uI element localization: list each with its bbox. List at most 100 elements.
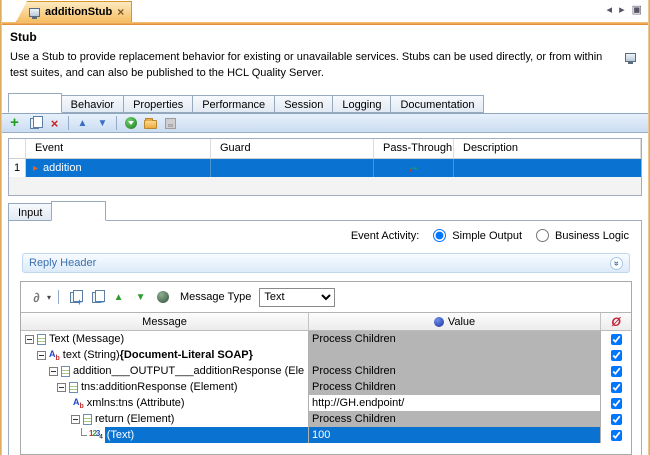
events-table-header: Event Guard Pass-Through Description [9,139,641,159]
package-button[interactable] [142,115,159,131]
tab-documentation[interactable]: Documentation [390,95,484,113]
include-checkbox[interactable] [611,414,622,425]
include-checkbox[interactable] [611,334,622,345]
pass-through-cell[interactable]: → ▪ [374,159,454,177]
refresh-button[interactable] [154,289,171,305]
include-checkbox[interactable] [611,430,622,441]
value-cell-selected[interactable]: 100 [309,427,601,443]
tab-activity[interactable]: Activity [51,201,106,221]
record-icon [125,117,137,129]
column-filter[interactable]: Ø [601,313,631,330]
editor-tab-bar: additionStub × ◂ ▸ ▣ [0,0,650,22]
move-down-icon: ▼ [98,118,108,129]
message-row-xmlns-tns[interactable]: Ab xmlns:tns (Attribute) http://GH.endpo… [21,395,631,411]
business-logic-label[interactable]: Business Logic [555,230,629,242]
message-row-text-string[interactable]: Ab text (String) {Document-Literal SOAP} [21,347,631,363]
column-message[interactable]: Message [21,313,309,330]
move-up-icon: ▲ [78,118,88,129]
page-title: Stub [10,30,37,44]
copy-icon [30,118,39,129]
message-row-addition-output[interactable]: addition___OUTPUT___additionResponse (El… [21,363,631,379]
refresh-icon [157,291,169,303]
include-checkbox[interactable] [611,366,622,377]
tab-events[interactable]: Events [8,93,62,113]
value-cell[interactable] [309,347,601,363]
tab-performance[interactable]: Performance [192,95,275,113]
collapse-toggle-icon[interactable] [71,415,80,424]
record-button[interactable] [122,115,139,131]
column-pass-through[interactable]: Pass-Through [374,139,454,158]
collapse-toggle-icon[interactable] [49,367,58,376]
message-editor-panel: ∂ ▾ + − ▲ ▼ Message Type Text Message Va… [20,281,632,455]
nav-forward-icon[interactable]: ▸ [619,3,625,17]
expand-section-button[interactable]: » [610,257,623,270]
node-label: Text (Message) [49,333,124,345]
tab-logging[interactable]: Logging [332,95,391,113]
toolbar-separator [68,116,69,130]
window-list-icon[interactable]: ▣ [632,3,642,17]
paste-add-button[interactable]: + [66,289,83,305]
tab-session[interactable]: Session [274,95,333,113]
tab-input[interactable]: Input [8,203,52,221]
save-button-disabled [162,115,179,131]
simple-output-label[interactable]: Simple Output [452,230,522,242]
simple-output-radio[interactable] [433,229,446,242]
pass-through-icon: → ▪ [407,162,421,174]
delete-icon: × [51,116,59,131]
tab-behavior[interactable]: Behavior [61,95,124,113]
events-table: Event Guard Pass-Through Description 1 ▸… [8,138,642,196]
value-cell[interactable]: http://GH.endpoint/ [309,395,601,411]
reply-header-label: Reply Header [29,257,96,269]
value-cell[interactable]: Process Children [309,331,601,347]
value-cell[interactable]: Process Children [309,363,601,379]
window-frame-left [0,0,2,455]
column-event[interactable]: Event [26,139,211,158]
attach-icon: ∂ [33,290,39,305]
collapse-toggle-icon[interactable] [25,335,34,344]
message-row-text-message[interactable]: Text (Message) Process Children [21,331,631,347]
move-field-up-button[interactable]: ▲ [110,289,127,305]
message-row-return[interactable]: return (Element) Process Children [21,411,631,427]
value-cell[interactable]: Process Children [309,411,601,427]
message-table-header: Message Value Ø [21,313,631,331]
message-node-icon [37,334,46,345]
caret-down-icon[interactable]: ▾ [47,293,51,302]
column-guard[interactable]: Guard [211,139,374,158]
message-row-tns-addition-response[interactable]: tns:additionResponse (Element) Process C… [21,379,631,395]
move-field-down-button[interactable]: ▼ [132,289,149,305]
column-value[interactable]: Value [309,313,601,330]
collapse-toggle-icon[interactable] [37,351,46,360]
collapse-toggle-icon[interactable] [57,383,66,392]
tab-properties[interactable]: Properties [123,95,193,113]
event-chevron-icon: ▸ [33,163,38,174]
event-activity-label: Event Activity: [351,230,419,242]
copy-message-button[interactable]: − [88,289,105,305]
move-down-button[interactable]: ▼ [94,115,111,131]
event-row-addition[interactable]: 1 ▸ addition → ▪ [9,159,641,177]
include-checkbox[interactable] [611,398,622,409]
tab-addition-stub[interactable]: additionStub × [16,1,132,22]
message-row-text-value[interactable]: 1234 (Text) 100 [21,427,631,443]
copy-event-button[interactable] [26,115,43,131]
soap-format-label: {Document-Literal SOAP} [120,349,253,361]
stub-icon [29,8,40,17]
move-up-button[interactable]: ▲ [74,115,91,131]
tree-connector [81,428,87,436]
attribute-type-icon: Ab [73,397,84,410]
nav-back-icon[interactable]: ◂ [607,3,613,17]
message-type-select[interactable]: Text [259,288,335,307]
row-number: 1 [9,159,26,177]
column-description[interactable]: Description [454,139,641,158]
reply-header-section[interactable]: Reply Header » [22,253,630,273]
include-checkbox[interactable] [611,382,622,393]
close-icon[interactable]: × [117,5,124,19]
value-cell[interactable]: Process Children [309,379,601,395]
add-event-button[interactable]: + [6,115,23,131]
delete-event-button[interactable]: × [46,115,63,131]
guard-cell [211,159,374,177]
green-down-icon: ▼ [136,292,146,303]
attach-menu-button[interactable]: ∂ [28,289,45,305]
include-checkbox[interactable] [611,350,622,361]
business-logic-radio[interactable] [536,229,549,242]
node-label: addition___OUTPUT___additionResponse (El… [73,365,304,377]
